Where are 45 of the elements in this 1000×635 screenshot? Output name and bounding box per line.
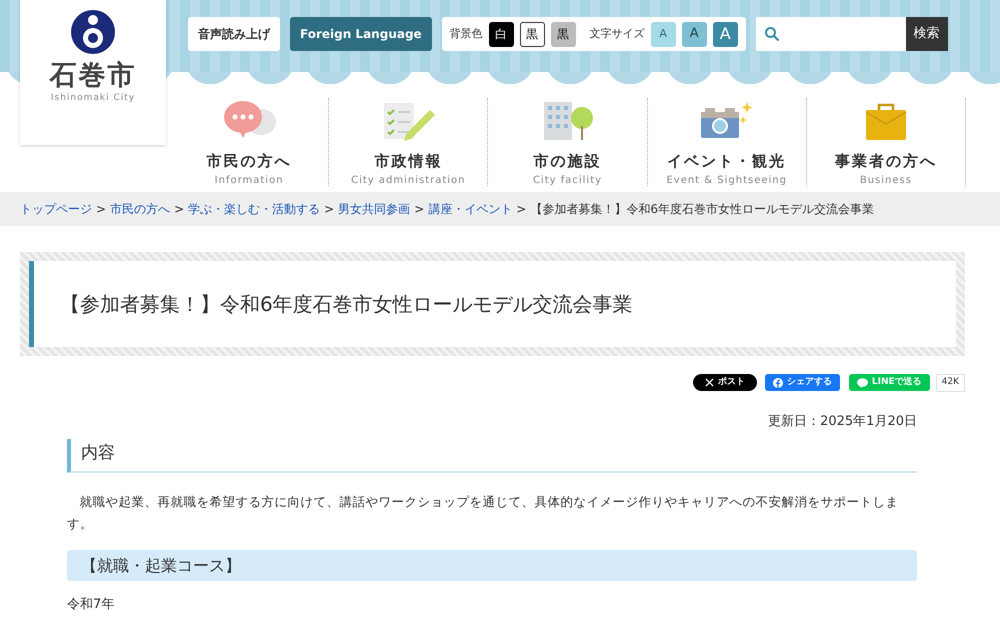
city-name-roman: Ishinomaki City [50,92,136,106]
x-post-button[interactable]: ポスト [692,374,757,392]
foreign-language-button[interactable]: Foreign Language [290,17,432,51]
nav-menu-item[interactable]: 市政情報 City administration [329,98,488,186]
breadcrumb-link[interactable]: 男女共同参画 [338,200,410,218]
share-count: 42K [936,374,965,392]
search-field[interactable] [756,17,906,51]
font-size-button[interactable]: A [682,22,707,46]
city-emblem-icon [71,10,115,54]
breadcrumb-link[interactable]: 市民の方へ [110,200,170,218]
breadcrumb-separator: > [324,201,334,218]
background-color-button[interactable]: 黒 [520,22,545,46]
updated-date: 更新日：2025年1月20日 [767,412,917,430]
breadcrumb-link[interactable]: 講座・イベント [428,200,512,218]
body-text: 就職や起業、再就職を希望する方に向けて、講話やワークショップを通じて、具体的なイメージ作りやキャリアへの不安解消をサポートします。 [67,493,900,533]
x-logo-icon [704,378,714,388]
search-icon [764,26,780,42]
course-heading: 【就職・起業コース】 [67,550,917,582]
background-color-button[interactable]: 白 [488,22,514,46]
search-button[interactable]: 検索 [906,17,948,51]
facebook-share-button[interactable]: シェアする [764,374,840,392]
page-title: 【参加者募集！】令和6年度石巻市女性ロールモデル交流会事業 [60,292,633,316]
nav-menu-item[interactable]: 市の施設 City facility [488,98,648,186]
line-logo-icon [856,378,868,388]
nav-menu-item[interactable]: 市民の方へ Information [170,98,330,186]
font-size-button[interactable]: A [650,22,676,46]
background-color-label: 背景色 [450,26,483,42]
breadcrumb-link[interactable]: 学ぶ・楽しむ・活動する [188,200,320,218]
read-aloud-button[interactable]: 音声読み上げ [188,17,280,51]
font-size-label: 文字サイズ [590,26,645,42]
nav-menu-item[interactable]: 事業者の方へ Business [806,98,966,186]
nav-menu-item[interactable]: イベント・観光 Event & Sightseeing [648,98,807,186]
facebook-logo-icon [772,378,783,388]
breadcrumb-current: 【参加者募集！】令和6年度石巻市女性ロールモデル交流会事業 [530,201,874,218]
font-size-button[interactable]: A [712,22,738,46]
city-name: 石巻市 [48,60,138,92]
breadcrumb-separator: > [516,201,526,218]
breadcrumb-separator: > [174,201,184,218]
breadcrumb-separator: > [414,201,424,218]
breadcrumb-separator: > [96,201,106,218]
section-heading: 内容 [67,439,917,474]
year-text: 令和7年 [67,596,116,614]
logo-banner[interactable]: 石巻市 Ishinomaki City [20,0,166,145]
breadcrumb-link[interactable]: トップページ [20,200,92,218]
background-color-button[interactable]: 黒 [550,22,576,46]
